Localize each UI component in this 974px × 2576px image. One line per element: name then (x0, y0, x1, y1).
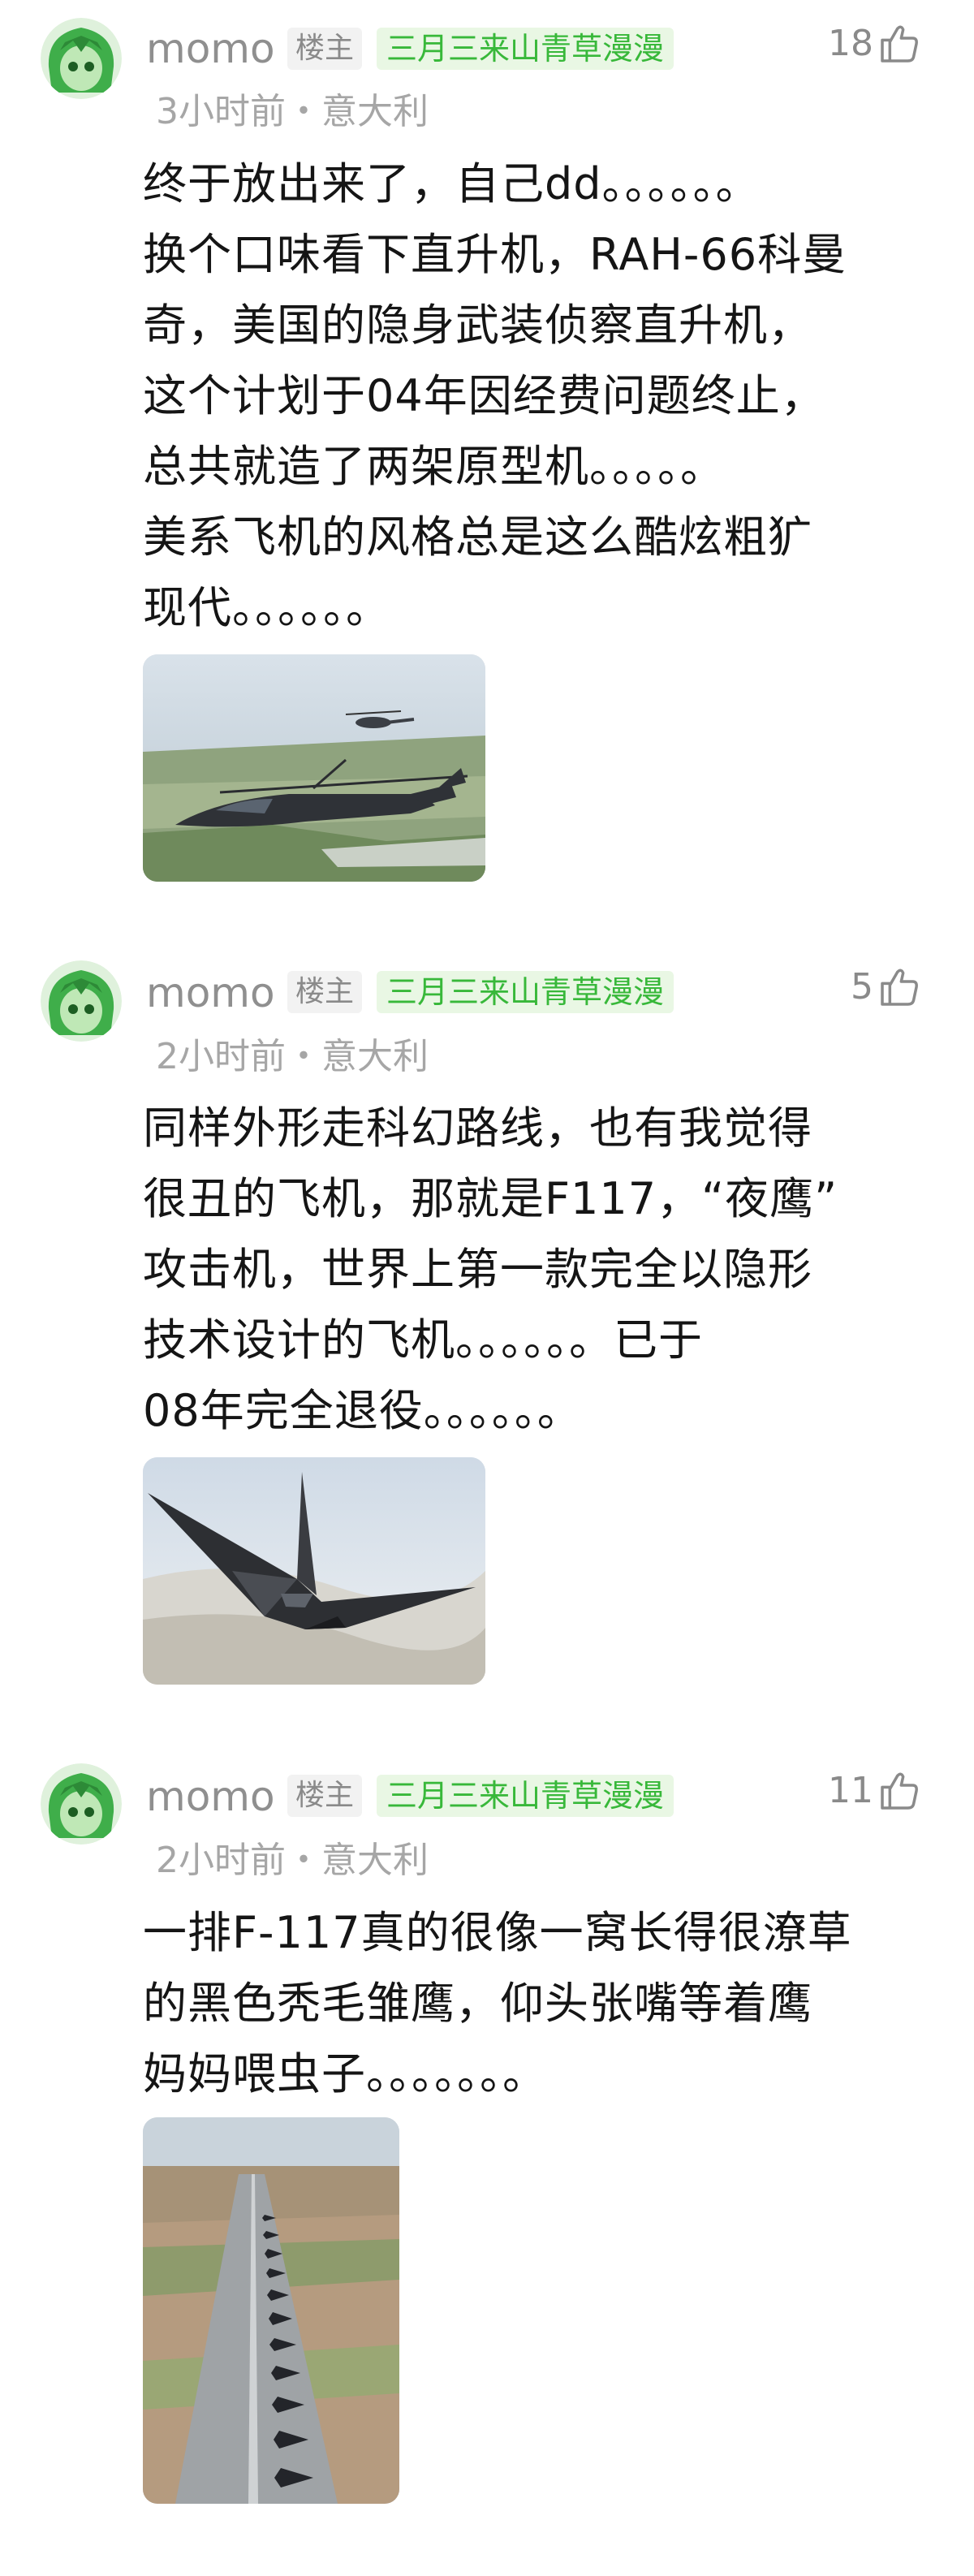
fan-badge[interactable]: 三月三来山青草漫漫 (377, 28, 674, 70)
username[interactable]: momo (146, 1776, 275, 1817)
fan-badge[interactable]: 三月三来山青草漫漫 (377, 1775, 674, 1817)
comment-text: 终于放出来了，自己dd。。。。。。 换个口味看下直升机，RAH-66科曼 奇，美… (143, 158, 847, 633)
comment-text: 同样外形走科幻路线，也有我觉得 很丑的飞机，那就是F117，“夜鹰” 攻击机，世… (143, 1102, 838, 1436)
author-badge: 楼主 (287, 971, 363, 1013)
timestamp-location: 2小时前・意大利 (156, 1036, 429, 1077)
like-count: 11 (828, 1770, 873, 1811)
author-badge: 楼主 (287, 28, 363, 70)
avatar[interactable] (41, 18, 122, 99)
username[interactable]: momo (146, 28, 275, 69)
like-count: 5 (851, 966, 873, 1008)
timestamp-location: 3小时前・意大利 (156, 91, 429, 132)
runway-lineup-photo[interactable] (143, 2117, 399, 2504)
username[interactable]: momo (146, 973, 275, 1013)
timestamp-location: 2小时前・意大利 (156, 1840, 429, 1881)
helicopter-photo[interactable] (143, 654, 485, 882)
thumbs-up-icon[interactable] (877, 21, 922, 67)
thumbs-up-icon[interactable] (877, 964, 922, 1010)
thumbs-up-icon[interactable] (877, 1768, 922, 1814)
author-badge: 楼主 (287, 1775, 363, 1817)
avatar[interactable] (41, 1763, 122, 1845)
like-count: 18 (828, 23, 873, 64)
stealth-jet-photo[interactable] (143, 1457, 485, 1685)
fan-badge[interactable]: 三月三来山青草漫漫 (377, 971, 674, 1013)
avatar[interactable] (41, 960, 122, 1042)
comment-text: 一排F-117真的很像一窝长得很潦草 的黑色秃毛雏鹰，仰头张嘴等着鹰 妈妈喂虫子… (143, 1907, 852, 2099)
